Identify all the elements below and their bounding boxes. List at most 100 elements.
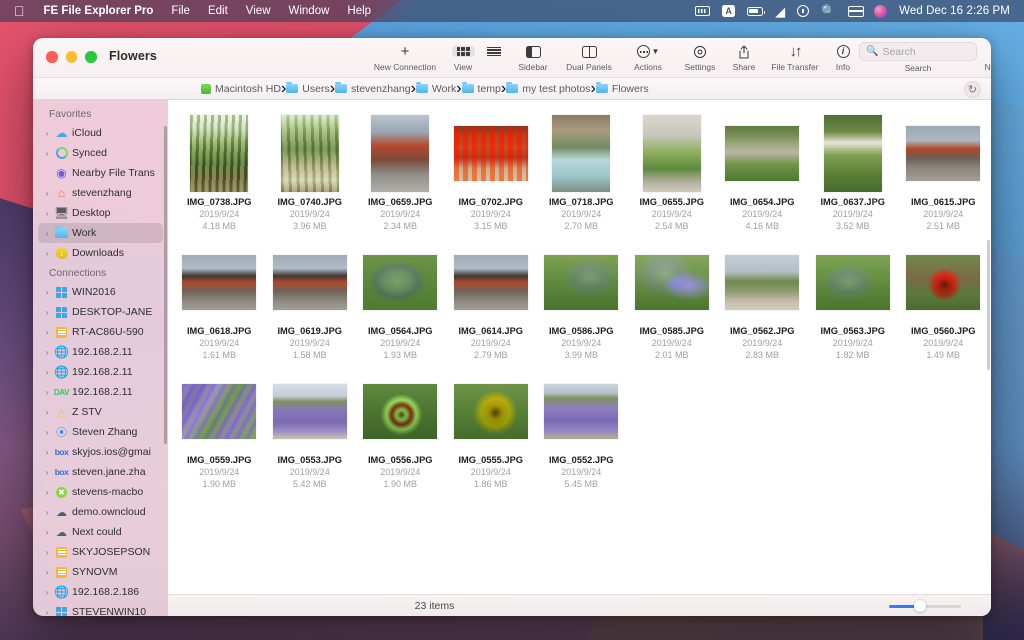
disclosure-triangle-icon[interactable]: › [43,328,51,337]
file-grid-item[interactable]: IMG_0702.JPG2019/9/243.15 MB [446,114,537,232]
disclosure-triangle-icon[interactable]: › [43,308,51,317]
sidebar-item-192-168-2-11[interactable]: ›DAV192.168.2.11 [38,382,163,402]
menu-view[interactable]: View [237,5,280,17]
file-grid-item[interactable]: IMG_0556.JPG2019/9/241.90 MB [355,372,446,490]
disclosure-triangle-icon[interactable]: › [43,508,51,517]
disclosure-triangle-icon[interactable]: › [43,588,51,597]
sidebar-item-steven-jane-zha[interactable]: ›boxsteven.jane.zha [38,462,163,482]
file-grid-item[interactable]: IMG_0659.JPG2019/9/242.34 MB [355,114,446,232]
file-grid-item[interactable]: IMG_0562.JPG2019/9/242.83 MB [717,243,808,361]
disclosure-triangle-icon[interactable]: › [43,388,51,397]
thumbnail-size-slider[interactable] [889,602,961,610]
sidebar-item-stevenzhang[interactable]: ›⌂stevenzhang [38,183,163,203]
info-button[interactable]: i Info [827,38,859,72]
sidebar-item-steven-zhang[interactable]: ›⦿Steven Zhang [38,422,163,442]
display-icon[interactable] [842,6,868,17]
sidebar-item-downloads[interactable]: ›↓Downloads [38,243,163,263]
disclosure-triangle-icon[interactable]: › [43,368,51,377]
disclosure-triangle-icon[interactable]: › [43,348,51,357]
file-grid-item[interactable]: IMG_0553.JPG2019/9/245.42 MB [265,372,356,490]
sidebar-item-demo-owncloud[interactable]: ›☁demo.owncloud [38,502,163,522]
file-grid-item[interactable]: IMG_0655.JPG2019/9/242.54 MB [627,114,718,232]
search-input[interactable]: 🔍 Search [859,42,977,61]
sidebar-item-stevenwin10[interactable]: ›STEVENWIN10 [38,602,163,616]
actions-button[interactable]: ▼ Actions [621,38,675,72]
disclosure-triangle-icon[interactable]: › [43,288,51,297]
sidebar-item-win2016[interactable]: ›WIN2016 [38,282,163,302]
sidebar-item-nearby-file-trans[interactable]: ◉Nearby File Trans [38,163,163,183]
spotlight-search-icon[interactable]: 🔍 [815,5,842,17]
file-grid-item[interactable]: IMG_0585.JPG2019/9/242.01 MB [627,243,718,361]
breadcrumb-item-my-test-photos[interactable]: my test photos [506,83,590,95]
close-button[interactable] [46,51,58,63]
file-grid-item[interactable]: IMG_0564.JPG2019/9/241.93 MB [355,243,446,361]
disclosure-triangle-icon[interactable]: › [43,249,51,258]
view-list-button[interactable] [479,38,509,62]
file-grid-item[interactable]: IMG_0738.JPG2019/9/244.18 MB [174,114,265,232]
sidebar-item-stevens-macbo[interactable]: ›✖stevens-macbo [38,482,163,502]
menu-edit[interactable]: Edit [199,5,237,17]
menu-help[interactable]: Help [338,5,380,17]
disclosure-triangle-icon[interactable]: › [43,149,51,158]
sidebar-scrollbar[interactable] [164,126,167,444]
disclosure-triangle-icon[interactable]: › [43,428,51,437]
menu-window[interactable]: Window [280,5,339,17]
disclosure-triangle-icon[interactable]: › [43,468,51,477]
breadcrumb-item-temp[interactable]: temp [462,83,501,95]
settings-button[interactable]: Settings [675,38,725,72]
breadcrumb-item-stevenzhang[interactable]: stevenzhang [335,83,411,95]
disclosure-triangle-icon[interactable]: › [43,408,51,417]
sidebar-item-192-168-2-11[interactable]: ›🌐192.168.2.11 [38,342,163,362]
now-playing-button[interactable]: ♪ Now Playing [977,38,991,72]
sidebar-item-work[interactable]: ›Work [38,223,163,243]
sidebar-item-icloud[interactable]: ›☁iCloud [38,123,163,143]
menubar-app-name[interactable]: FE File Explorer Pro [35,5,163,17]
sidebar-item-desktop-jane[interactable]: ›DESKTOP-JANE [38,302,163,322]
sidebar-item-z-stv[interactable]: ›△Z STV [38,402,163,422]
file-grid-item[interactable]: IMG_0718.JPG2019/9/242.70 MB [536,114,627,232]
control-center-icon[interactable] [791,5,815,17]
disclosure-triangle-icon[interactable]: › [43,448,51,457]
keyboard-brightness-icon[interactable] [689,6,716,16]
sidebar-item-next-could[interactable]: ›☁Next could [38,522,163,542]
file-grid-item[interactable]: IMG_0619.JPG2019/9/241.58 MB [265,243,356,361]
sidebar-item-desktop[interactable]: ›🖥Desktop [38,203,163,223]
file-grid-item[interactable]: IMG_0618.JPG2019/9/241.61 MB [174,243,265,361]
disclosure-triangle-icon[interactable]: › [43,528,51,537]
file-transfer-button[interactable]: ↓↑ File Transfer [763,38,827,72]
breadcrumb-item-work[interactable]: Work [416,83,456,95]
breadcrumb-item-flowers[interactable]: Flowers [596,83,649,95]
menubar-clock[interactable]: Wed Dec 16 2:26 PM [893,5,1016,17]
sidebar-item-synovm[interactable]: ›SYNOVM [38,562,163,582]
content-scrollbar[interactable] [987,240,990,370]
sidebar-item-skyjos-ios-gmai[interactable]: ›boxskyjos.ios@gmai [38,442,163,462]
dual-panels-button[interactable]: Dual Panels [557,38,621,72]
file-grid-item[interactable]: IMG_0586.JPG2019/9/243.99 MB [536,243,627,361]
disclosure-triangle-icon[interactable]: › [43,189,51,198]
slider-knob[interactable] [914,600,926,612]
file-grid-item[interactable]: IMG_0559.JPG2019/9/241.90 MB [174,372,265,490]
file-grid-item[interactable]: IMG_0560.JPG2019/9/241.49 MB [898,243,989,361]
file-grid-item[interactable]: IMG_0614.JPG2019/9/242.79 MB [446,243,537,361]
new-connection-button[interactable]: + New Connection [363,38,447,72]
sidebar-item-192-168-2-186[interactable]: ›🌐192.168.2.186 [38,582,163,602]
share-button[interactable]: Share [725,38,763,72]
input-source-icon[interactable]: A [716,5,741,17]
file-grid-item[interactable]: IMG_0555.JPG2019/9/241.86 MB [446,372,537,490]
file-grid-item[interactable]: IMG_0740.JPG2019/9/243.96 MB [265,114,356,232]
sidebar-item-rt-ac86u-590[interactable]: ›RT-AC86U-590 [38,322,163,342]
file-grid-item[interactable]: IMG_0654.JPG2019/9/244.16 MB [717,114,808,232]
file-grid-item[interactable]: IMG_0563.JPG2019/9/241.82 MB [808,243,899,361]
disclosure-triangle-icon[interactable]: › [43,568,51,577]
breadcrumb-item-macintosh-hd[interactable]: Macintosh HD [201,83,281,95]
file-grid-item[interactable]: IMG_0552.JPG2019/9/245.45 MB [536,372,627,490]
file-grid-item[interactable]: IMG_0615.JPG2019/9/242.51 MB [898,114,989,232]
sidebar-button[interactable]: Sidebar [509,38,557,72]
disclosure-triangle-icon[interactable]: › [43,488,51,497]
sidebar-item-synced[interactable]: ›Synced [38,143,163,163]
view-grid-button[interactable]: View [447,38,479,72]
apple-logo-icon[interactable]:  [8,4,35,19]
battery-icon[interactable] [741,7,769,16]
disclosure-triangle-icon[interactable]: › [43,229,51,238]
wifi-icon[interactable]: ◢ [769,6,791,17]
